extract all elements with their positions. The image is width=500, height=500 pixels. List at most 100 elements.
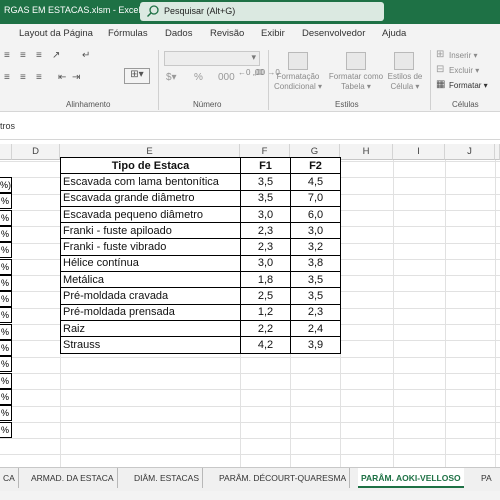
- format-cells-button[interactable]: Formatar ▾: [449, 81, 488, 90]
- f1-cell[interactable]: 1,8: [240, 271, 291, 289]
- column-header-partial-k[interactable]: [495, 144, 500, 160]
- align-left-icon[interactable]: ≡: [4, 72, 10, 83]
- align-top-icon[interactable]: ≡: [4, 50, 10, 61]
- currency-icon[interactable]: $▾: [166, 72, 177, 83]
- sheet-tab-diam-estacas[interactable]: DIÂM. ESTACAS: [131, 468, 204, 488]
- f2-cell[interactable]: 3,9: [290, 336, 341, 354]
- f2-cell[interactable]: 3,2: [290, 238, 341, 256]
- pile-type-cell[interactable]: Metálica: [60, 271, 241, 289]
- column-a-cell[interactable]: %: [0, 372, 12, 389]
- header-f1[interactable]: F1: [240, 156, 291, 175]
- pile-type-cell[interactable]: Franki - fuste vibrado: [60, 238, 241, 256]
- f2-cell[interactable]: 2,3: [290, 303, 341, 321]
- increase-indent-icon[interactable]: ⇥: [72, 72, 80, 83]
- pile-type-cell[interactable]: Franki - fuste apiloado: [60, 222, 241, 240]
- pile-type-cell[interactable]: Raiz: [60, 319, 241, 338]
- f1-cell[interactable]: 2,2: [240, 319, 291, 338]
- f2-cell[interactable]: 7,0: [290, 189, 341, 207]
- column-header-i[interactable]: I: [393, 144, 445, 160]
- f1-cell[interactable]: 3,5: [240, 189, 291, 207]
- format-as-table-line2[interactable]: Tabela ▾: [326, 82, 386, 92]
- align-right-icon[interactable]: ≡: [36, 72, 42, 83]
- percent-icon[interactable]: %: [194, 72, 203, 83]
- tab-review[interactable]: Revisão: [210, 28, 244, 39]
- tab-page-layout[interactable]: Layout da Página: [19, 28, 93, 39]
- delete-cells-icon: ⊟: [436, 64, 445, 75]
- sheet-tab-aoki-velloso[interactable]: PARÂM. AOKI-VELLOSO: [358, 468, 464, 488]
- f1-cell[interactable]: 3,0: [240, 205, 291, 224]
- delete-cells-button[interactable]: Excluir ▾: [449, 66, 479, 76]
- f1-cell[interactable]: 3,0: [240, 254, 291, 273]
- align-middle-icon[interactable]: ≡: [20, 50, 26, 61]
- search-box[interactable]: Pesquisar (Alt+G): [140, 2, 384, 21]
- decrease-indent-icon[interactable]: ⇤: [58, 72, 66, 83]
- f1-cell[interactable]: 2,5: [240, 287, 291, 305]
- conditional-formatting-line1[interactable]: Formatação: [272, 72, 324, 82]
- column-a-cell[interactable]: %: [0, 258, 12, 275]
- merge-center-icon[interactable]: ⊞▾: [124, 68, 150, 84]
- wrap-text-icon[interactable]: ↵: [82, 50, 90, 61]
- pile-type-cell[interactable]: Hélice contínua: [60, 254, 241, 273]
- pile-type-cell[interactable]: Escavada com lama bentonítica: [60, 173, 241, 191]
- cell-styles-line1[interactable]: Estilos de: [384, 72, 426, 82]
- format-as-table-line1[interactable]: Formatar como: [326, 72, 386, 82]
- orientation-icon[interactable]: ↗: [52, 50, 60, 61]
- column-a-cell[interactable]: %: [0, 405, 12, 422]
- column-a-cell[interactable]: %: [0, 225, 12, 242]
- pile-type-cell[interactable]: Strauss: [60, 336, 241, 354]
- header-pile-type[interactable]: Tipo de Estaca: [60, 156, 241, 175]
- column-a-cell[interactable]: %: [0, 421, 12, 438]
- tab-help[interactable]: Ajuda: [382, 28, 406, 39]
- tab-data[interactable]: Dados: [165, 28, 192, 39]
- pile-type-cell[interactable]: Escavada pequeno diâmetro: [60, 205, 241, 224]
- tab-developer[interactable]: Desenvolvedor: [302, 28, 365, 39]
- comma-style-icon[interactable]: 000: [218, 72, 235, 83]
- column-header-partial[interactable]: [0, 144, 12, 160]
- tab-formulas[interactable]: Fórmulas: [108, 28, 148, 39]
- formula-bar[interactable]: tros: [0, 112, 500, 140]
- column-header-h[interactable]: H: [340, 144, 393, 160]
- worksheet-grid[interactable]: D E F G H I J %)%%%%%%%%%%%%%%% Tipo de …: [0, 140, 500, 467]
- insert-cells-button[interactable]: Inserir ▾: [449, 51, 477, 61]
- f2-cell[interactable]: 3,8: [290, 254, 341, 273]
- pile-type-cell[interactable]: Pré-moldada prensada: [60, 303, 241, 321]
- f2-cell[interactable]: 3,0: [290, 222, 341, 240]
- align-bottom-icon[interactable]: ≡: [36, 50, 42, 61]
- column-a-cell[interactable]: %: [0, 307, 12, 324]
- number-format-dropdown[interactable]: ▾: [164, 51, 260, 66]
- column-a-cell[interactable]: %: [0, 209, 12, 226]
- f2-cell[interactable]: 4,5: [290, 173, 341, 191]
- f1-cell[interactable]: 2,3: [240, 222, 291, 240]
- sheet-tab-partial-right[interactable]: PA: [478, 468, 495, 488]
- conditional-formatting-line2[interactable]: Condicional ▾: [272, 82, 324, 92]
- sheet-tab-armad-estaca[interactable]: ARMAD. DA ESTACA: [28, 468, 118, 488]
- align-center-icon[interactable]: ≡: [20, 72, 26, 83]
- column-a-cell[interactable]: %: [0, 193, 12, 210]
- f2-cell[interactable]: 3,5: [290, 287, 341, 305]
- column-a-cell[interactable]: %: [0, 356, 12, 373]
- cell-styles-line2[interactable]: Célula ▾: [384, 82, 426, 92]
- column-header-j[interactable]: J: [445, 144, 495, 160]
- column-a-cell[interactable]: %: [0, 291, 12, 308]
- f2-cell[interactable]: 3,5: [290, 271, 341, 289]
- pile-type-cell[interactable]: Escavada grande diâmetro: [60, 189, 241, 207]
- decrease-decimal-button[interactable]: ,00 →0: [254, 68, 280, 78]
- f2-cell[interactable]: 6,0: [290, 205, 341, 224]
- tab-view[interactable]: Exibir: [261, 28, 285, 39]
- f1-cell[interactable]: 3,5: [240, 173, 291, 191]
- f2-cell[interactable]: 2,4: [290, 319, 341, 338]
- f1-cell[interactable]: 1,2: [240, 303, 291, 321]
- header-f2[interactable]: F2: [290, 156, 341, 175]
- f1-cell[interactable]: 4,2: [240, 336, 291, 354]
- column-header-d[interactable]: D: [12, 144, 60, 160]
- column-a-cell[interactable]: %: [0, 274, 12, 291]
- column-a-cell[interactable]: %): [0, 177, 12, 193]
- column-a-cell[interactable]: %: [0, 323, 12, 340]
- column-a-cell[interactable]: %: [0, 242, 12, 259]
- f1-cell[interactable]: 2,3: [240, 238, 291, 256]
- pile-type-cell[interactable]: Pré-moldada cravada: [60, 287, 241, 305]
- sheet-tab-partial-left[interactable]: CA: [0, 468, 19, 488]
- sheet-tab-decourt-quaresma[interactable]: PARÂM. DÉCOURT-QUARESMA: [216, 468, 351, 488]
- column-a-cell[interactable]: %: [0, 388, 12, 405]
- column-a-cell[interactable]: %: [0, 340, 12, 356]
